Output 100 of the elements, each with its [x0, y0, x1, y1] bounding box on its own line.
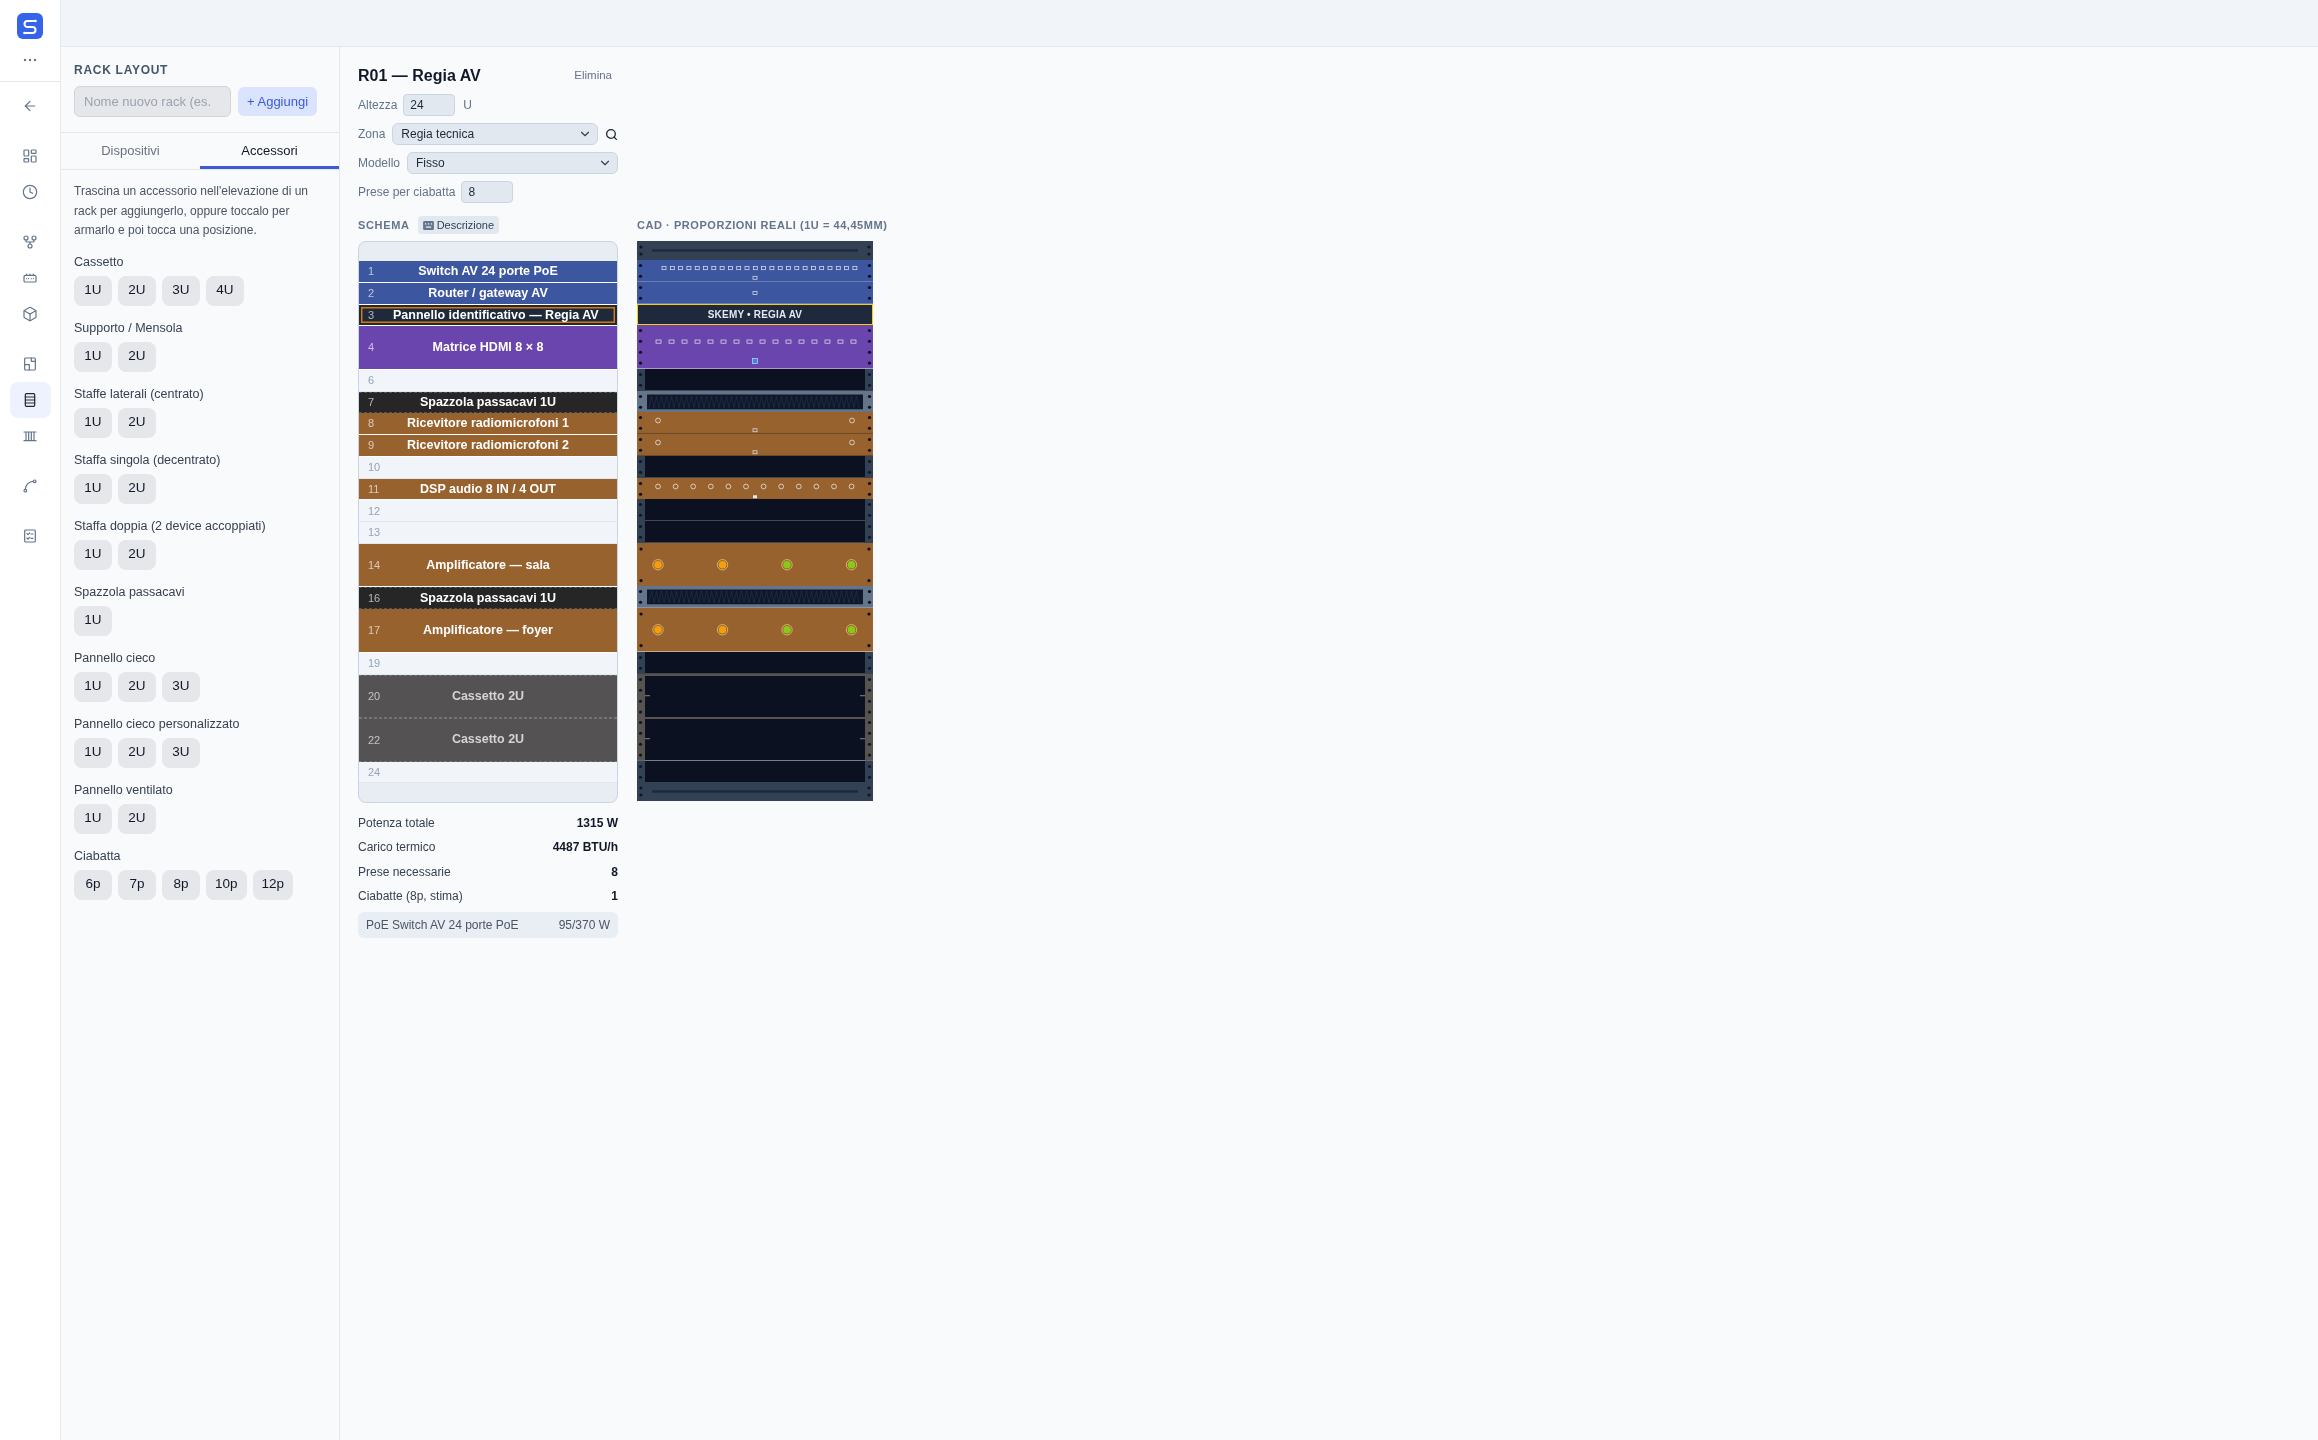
rack-device-block[interactable]: 8 Ricevitore radiomicrofoni 1	[359, 413, 617, 436]
description-button[interactable]: Descrizione	[417, 216, 500, 234]
device-name: Router / gateway AV	[427, 284, 549, 302]
accessory-size-button[interactable]: 4U	[206, 275, 244, 306]
tab[interactable]: Dispositivi	[61, 133, 200, 169]
brush-panel-drawing[interactable]	[637, 586, 873, 609]
nameplate-panel[interactable]: SKEMY • REGIA AV	[637, 303, 873, 326]
accessory-size-button[interactable]: 12p	[252, 869, 294, 900]
accessory-size-button[interactable]: 6p	[74, 869, 112, 900]
receiver-front-drawing[interactable]	[637, 412, 873, 435]
panel-title: RACK LAYOUT	[74, 62, 170, 78]
brush-panel-drawing[interactable]	[637, 390, 873, 413]
empty-slot-drawing[interactable]	[637, 368, 873, 391]
select-field[interactable]: Regia tecnica	[392, 123, 598, 145]
rack-device-block[interactable]: 9 Ricevitore radiomicrofoni 2	[359, 435, 617, 457]
empty-slot-drawing[interactable]	[637, 760, 873, 783]
field-label: Zona	[358, 126, 386, 143]
stat-label: Potenza totale	[358, 814, 435, 832]
accessory-size-button[interactable]: 1U	[74, 341, 112, 372]
tab[interactable]: Accessori	[200, 133, 339, 169]
stat-value: 1	[611, 888, 618, 906]
rack-device-block[interactable]: 11 DSP audio 8 IN / 4 OUT	[359, 478, 617, 501]
number-field[interactable]: 24	[403, 94, 456, 116]
accessory-size-button[interactable]: 3U	[162, 737, 200, 768]
accessory-size-button[interactable]: 1U	[74, 671, 112, 702]
delete-button[interactable]: Elimina	[568, 67, 618, 85]
accessory-size-button[interactable]: 1U	[74, 275, 112, 306]
rack-device-block[interactable]: 4 Matrice HDMI 8 × 8	[359, 326, 617, 370]
accessory-group-title: Staffe laterali (centrato)	[74, 385, 205, 403]
field-label: Altezza	[358, 97, 398, 114]
accessory-size-button[interactable]: 1U	[74, 803, 112, 834]
unit-number: 13	[368, 525, 381, 541]
rack-device-block[interactable]: 1 Switch AV 24 porte PoE	[359, 261, 617, 283]
rack-device-block[interactable]: 22 Cassetto 2U	[359, 718, 617, 762]
accessory-size-button[interactable]: 1U	[74, 737, 112, 768]
nodes-icon	[22, 234, 38, 250]
add-rack-button[interactable]: + Aggiungi	[238, 87, 318, 116]
field-label: Prese per ciabatta	[358, 184, 456, 201]
accessory-size-button[interactable]: 2U	[118, 671, 156, 702]
poe-label: PoE Switch AV 24 porte PoE	[366, 917, 519, 935]
rack-device-block[interactable]: 14 Amplificatore — sala	[359, 543, 617, 588]
accessory-size-button[interactable]: 3U	[162, 275, 200, 306]
more-icon[interactable]	[23, 58, 37, 62]
drawer-drawing[interactable]	[637, 717, 873, 761]
accessory-group-title: Spazzola passacavi	[74, 583, 186, 601]
accessory-size-button[interactable]: 1U	[74, 473, 112, 504]
amplifier-front-drawing[interactable]	[637, 542, 873, 587]
floor-plan-icon	[22, 356, 38, 372]
rack-device-block[interactable]: 2 Router / gateway AV	[359, 282, 617, 305]
cube-icon	[22, 306, 38, 322]
nameplate-text: SKEMY • REGIA AV	[707, 307, 803, 322]
rack-device-block[interactable]: 17 Amplificatore — foyer	[359, 609, 617, 653]
unit-number: 1	[368, 264, 375, 280]
device-name: Matrice HDMI 8 × 8	[431, 339, 545, 357]
accessory-size-button[interactable]: 1U	[74, 605, 112, 636]
unit-number: 4	[368, 340, 375, 356]
rack-device-block[interactable]: 20 Cassetto 2U	[359, 674, 617, 719]
unit-number: 22	[368, 732, 381, 748]
rack-device-block[interactable]: 7 Spazzola passacavi 1U	[359, 391, 617, 414]
unit-number: 10	[368, 460, 381, 475]
accessory-size-button[interactable]: 2U	[118, 539, 156, 570]
accessory-size-button[interactable]: 10p	[206, 869, 247, 900]
router-front-drawing[interactable]	[637, 281, 873, 304]
number-field[interactable]: 8	[461, 181, 514, 203]
device-name: Ricevitore radiomicrofoni 2	[406, 437, 570, 455]
switch-front-drawing[interactable]	[637, 260, 873, 282]
accessory-size-button[interactable]: 8p	[162, 869, 200, 900]
device-name: Amplificatore — foyer	[422, 622, 554, 640]
rack-device-block[interactable]: 3 Pannello identificativo — Regia AV	[359, 304, 617, 327]
search-icon[interactable]	[605, 127, 618, 141]
field-label: Modello	[358, 155, 401, 172]
accessory-size-button[interactable]: 3U	[162, 671, 200, 702]
unit-number: 3	[368, 307, 375, 323]
receiver-front-drawing[interactable]	[637, 434, 873, 456]
nav-button[interactable]	[9, 382, 51, 418]
accessory-size-button[interactable]: 2U	[118, 803, 156, 834]
logo-icon[interactable]	[17, 13, 43, 39]
unit-number: 20	[368, 689, 381, 705]
module-icon	[22, 270, 38, 286]
accessory-size-button[interactable]: 2U	[118, 407, 156, 438]
accessory-size-button[interactable]: 2U	[118, 473, 156, 504]
accessory-size-button[interactable]: 7p	[118, 869, 156, 900]
accessory-size-button[interactable]: 1U	[74, 539, 112, 570]
stat-value: 1315 W	[576, 814, 618, 832]
accessory-size-button[interactable]: 1U	[74, 407, 112, 438]
select-field[interactable]: Fisso	[407, 152, 618, 174]
hint-text: Trascina un accessorio nell'elevazione di un rack per aggiungerlo, oppure toccalo per armarlo e poi tocca una posizione.	[74, 183, 309, 239]
empty-slot-drawing[interactable]	[637, 651, 873, 674]
dsp-front-drawing[interactable]	[637, 477, 873, 500]
accessory-group-title: Ciabatta	[74, 847, 122, 865]
checklist-icon	[22, 528, 38, 544]
stat-value: 4487 BTU/h	[552, 839, 618, 857]
device-name: Pannello identificativo — Regia AV	[393, 306, 599, 324]
rack-device-block[interactable]: 16 Spazzola passacavi 1U	[359, 587, 617, 610]
accessory-group-title: Staffa singola (decentrato)	[74, 451, 222, 469]
accessory-size-button[interactable]: 2U	[118, 737, 156, 768]
accessory-size-button[interactable]: 2U	[118, 341, 156, 372]
accessory-size-button[interactable]: 2U	[118, 275, 156, 306]
rack-name-field[interactable]: Nome nuovo rack (es.	[74, 86, 231, 117]
accessory-group-title: Pannello cieco	[74, 649, 157, 667]
